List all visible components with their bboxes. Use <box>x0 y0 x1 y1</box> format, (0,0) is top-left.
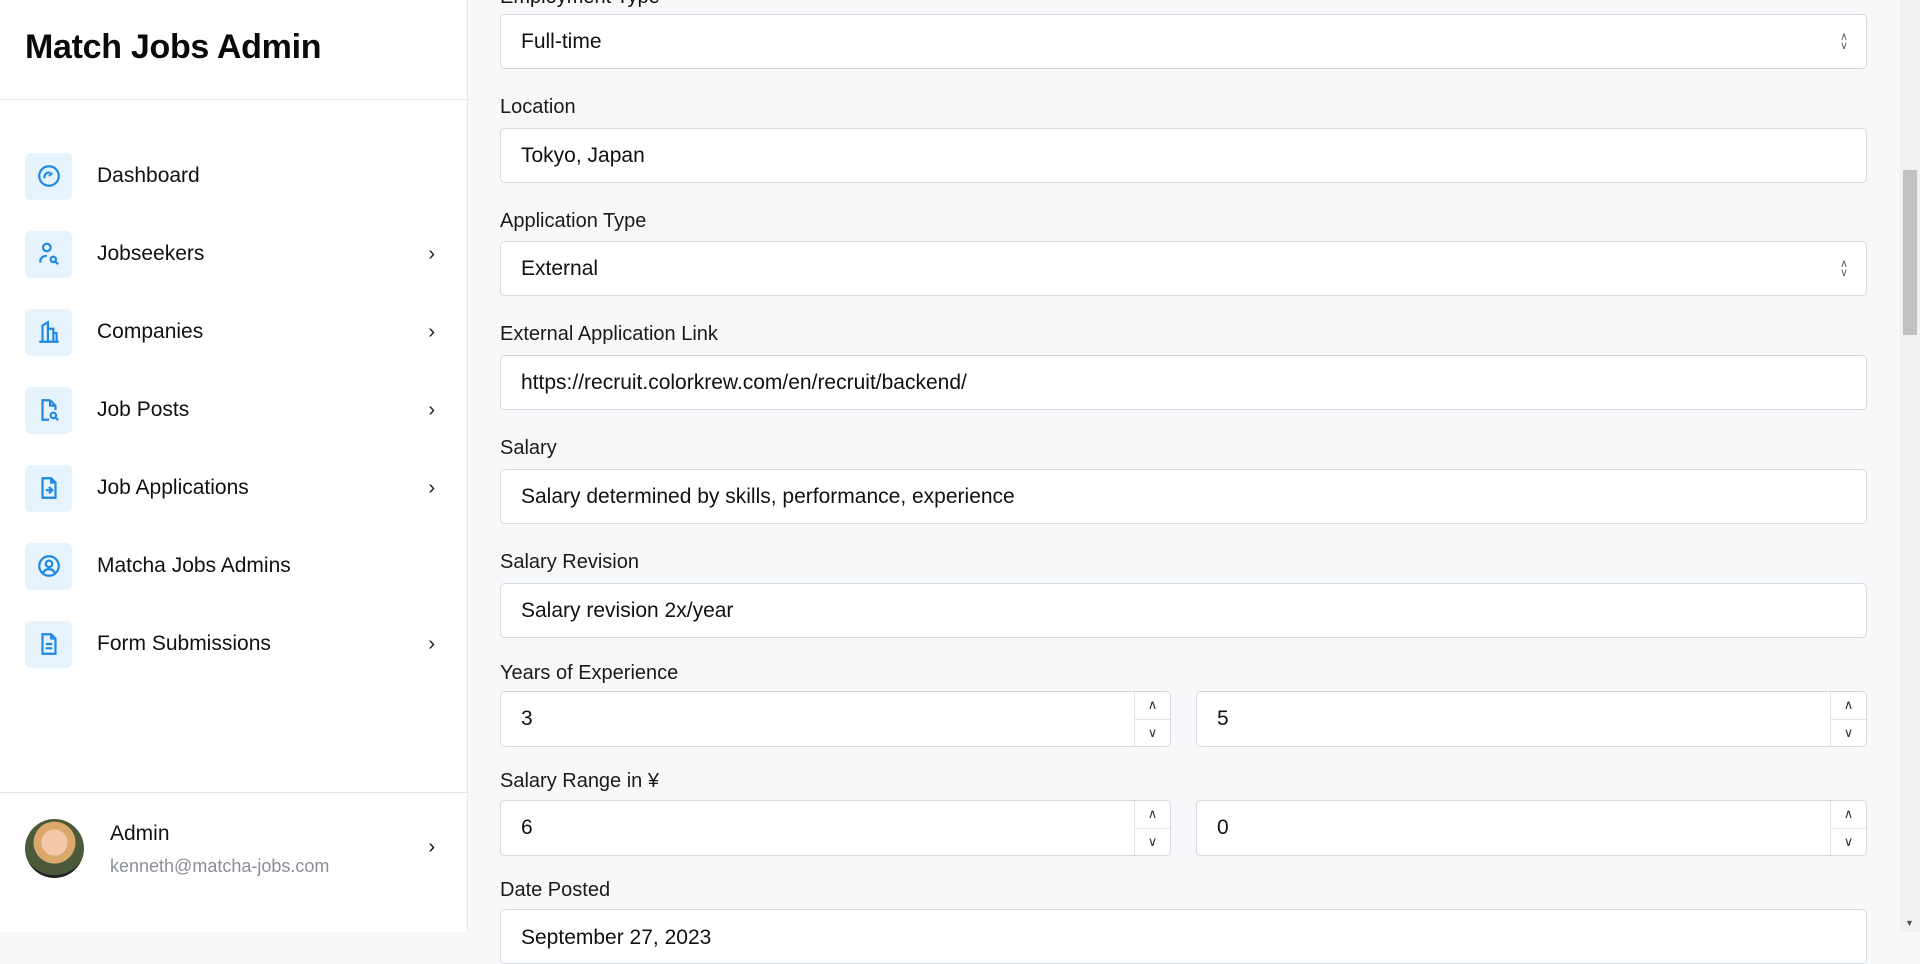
number-stepper[interactable]: ∧ ∨ <box>1830 692 1866 746</box>
user-search-icon <box>25 230 72 278</box>
location-label: Location <box>500 96 576 118</box>
external-link-label: External Application Link <box>500 323 718 345</box>
number-value: 5 <box>1217 707 1229 730</box>
number-stepper[interactable]: ∧ ∨ <box>1830 801 1866 855</box>
select-arrows-icon: ∧ ∨ <box>1839 257 1848 279</box>
chevron-up-icon[interactable]: ∧ <box>1831 801 1866 829</box>
select-arrows-icon: ∧ ∨ <box>1839 30 1848 52</box>
chevron-down-icon[interactable]: ∨ <box>1831 829 1866 856</box>
sidebar: Match Jobs Admin Dashboard Jobseekers › … <box>0 0 468 932</box>
sidebar-item-label: Companies <box>97 320 204 343</box>
chevron-right-icon: › <box>428 320 435 343</box>
divider <box>0 792 467 793</box>
chevron-right-icon: › <box>428 836 435 858</box>
chevron-down-icon[interactable]: ∨ <box>1135 720 1170 747</box>
salary-label: Salary <box>500 437 557 459</box>
application-type-label: Application Type <box>500 210 647 232</box>
chevron-up-icon[interactable]: ∧ <box>1831 692 1866 720</box>
salary-revision-input[interactable]: Salary revision 2x/year <box>500 583 1867 638</box>
chevron-down-icon[interactable]: ∨ <box>1135 829 1170 856</box>
scroll-down-arrow-icon[interactable]: ▼ <box>1905 918 1914 928</box>
sidebar-item-label: Job Posts <box>97 398 190 421</box>
sidebar-item-label: Job Applications <box>97 476 249 499</box>
location-input[interactable]: Tokyo, Japan <box>500 128 1867 183</box>
chevron-right-icon: › <box>428 398 435 421</box>
number-value: 3 <box>521 707 533 730</box>
employment-type-label: Employment Type <box>500 0 660 9</box>
chevron-right-icon: › <box>428 476 435 499</box>
user-email: kenneth@matcha-jobs.com <box>110 856 330 876</box>
file-arrow-icon <box>25 464 72 512</box>
date-posted-input[interactable]: September 27, 2023 <box>500 909 1867 964</box>
file-search-icon <box>25 386 72 434</box>
chevron-right-icon: › <box>428 632 435 655</box>
building-icon <box>25 308 72 356</box>
date-posted-label: Date Posted <box>500 879 611 901</box>
number-value: 6 <box>521 816 533 839</box>
scrollbar-thumb[interactable] <box>1903 170 1917 335</box>
chevron-up-icon[interactable]: ∧ <box>1135 692 1170 720</box>
years-experience-label: Years of Experience <box>500 662 679 684</box>
sidebar-item-form-submissions[interactable]: Form Submissions › <box>25 620 445 668</box>
document-icon <box>25 620 72 668</box>
user-profile-menu[interactable]: Admin kenneth@matcha-jobs.com › <box>25 818 445 878</box>
salary-revision-label: Salary Revision <box>500 551 639 573</box>
divider <box>0 99 467 100</box>
sidebar-item-companies[interactable]: Companies › <box>25 308 445 356</box>
number-stepper[interactable]: ∧ ∨ <box>1134 692 1170 746</box>
number-value: 0 <box>1217 816 1229 839</box>
avatar <box>25 819 84 878</box>
sidebar-item-job-posts[interactable]: Job Posts › <box>25 386 445 434</box>
chevron-down-icon[interactable]: ∨ <box>1831 720 1866 747</box>
application-type-select[interactable]: External ∧ ∨ <box>500 241 1867 296</box>
gauge-icon <box>25 152 72 200</box>
chevron-up-icon[interactable]: ∧ <box>1135 801 1170 829</box>
years-experience-max-input[interactable]: 5 ∧ ∨ <box>1196 691 1867 747</box>
number-stepper[interactable]: ∧ ∨ <box>1134 801 1170 855</box>
select-value: Full-time <box>521 29 602 53</box>
sidebar-item-jobseekers[interactable]: Jobseekers › <box>25 230 445 278</box>
salary-range-min-input[interactable]: 6 ∧ ∨ <box>500 800 1171 856</box>
salary-input[interactable]: Salary determined by skills, performance… <box>500 469 1867 524</box>
employment-type-select[interactable]: Full-time ∧ ∨ <box>500 14 1867 69</box>
sidebar-item-admins[interactable]: Matcha Jobs Admins <box>25 542 445 590</box>
external-link-input[interactable]: https://recruit.colorkrew.com/en/recruit… <box>500 355 1867 410</box>
sidebar-item-label: Form Submissions <box>97 632 271 655</box>
sidebar-item-job-applications[interactable]: Job Applications › <box>25 464 445 512</box>
sidebar-item-label: Dashboard <box>97 164 200 187</box>
sidebar-item-dashboard[interactable]: Dashboard <box>25 152 445 200</box>
salary-range-max-input[interactable]: 0 ∧ ∨ <box>1196 800 1867 856</box>
chevron-right-icon: › <box>428 242 435 265</box>
select-value: External <box>521 256 599 280</box>
sidebar-item-label: Matcha Jobs Admins <box>97 554 291 577</box>
salary-range-label: Salary Range in ¥ <box>500 770 659 792</box>
user-circle-icon <box>25 542 72 590</box>
app-title: Match Jobs Admin <box>25 28 322 66</box>
scrollbar[interactable]: ▼ <box>1900 0 1920 932</box>
years-experience-min-input[interactable]: 3 ∧ ∨ <box>500 691 1171 747</box>
sidebar-item-label: Jobseekers <box>97 242 205 265</box>
user-name: Admin <box>110 822 170 845</box>
